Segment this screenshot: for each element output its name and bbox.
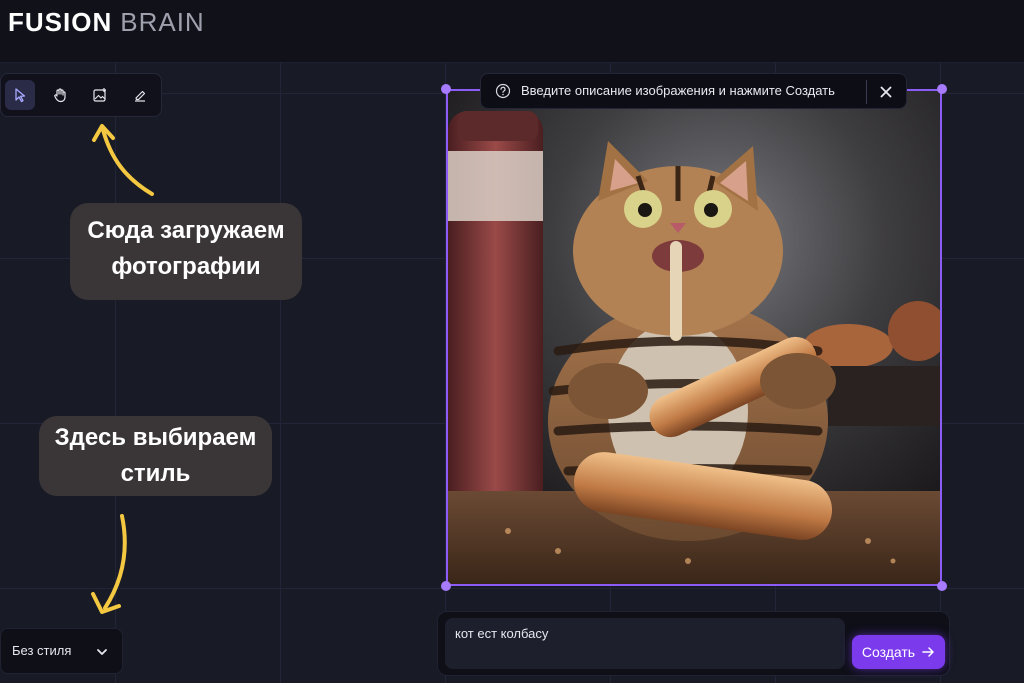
logo-light: BRAIN (120, 7, 205, 37)
arrow-right-icon (922, 647, 934, 657)
help-question-icon (495, 83, 511, 99)
resize-handle-top-right[interactable] (937, 84, 947, 94)
style-dropdown-value: Без стиля (12, 643, 72, 658)
chevron-down-icon (97, 649, 107, 655)
logo-bold: FUSION (8, 7, 113, 37)
resize-handle-top-left[interactable] (441, 84, 451, 94)
create-button[interactable]: Создать (852, 635, 945, 669)
logo[interactable]: FUSION BRAIN (8, 6, 205, 38)
style-dropdown[interactable]: Без стиля (0, 628, 123, 674)
resize-handle-bottom-right[interactable] (937, 581, 947, 591)
select-tool-button[interactable] (5, 80, 35, 110)
image-upload-icon (93, 88, 106, 102)
arrow-to-style-select (91, 514, 127, 614)
create-button-label: Создать (861, 644, 916, 660)
arrow-to-toolbar (92, 124, 154, 196)
prompt-input[interactable]: кот ест колбасу (445, 618, 845, 669)
annotation-upload: Сюда загружаем фотографии (70, 203, 302, 300)
select-arrow-icon (15, 88, 26, 103)
generated-image-frame[interactable] (446, 89, 942, 586)
hint-tooltip: Введите описание изображения и нажмите С… (480, 73, 907, 109)
eraser-icon (135, 90, 146, 102)
generated-image-cat-eating-sausage[interactable] (448, 91, 940, 584)
app-header: FUSION BRAIN (0, 0, 1024, 63)
hand-icon (54, 88, 66, 103)
close-icon[interactable] (878, 84, 894, 100)
hint-text: Введите описание изображения и нажмите С… (521, 83, 835, 98)
annotation-style: Здесь выбираем стиль (39, 416, 272, 496)
tooltip-divider (866, 80, 867, 104)
tool-panel (0, 73, 162, 117)
eraser-tool-button[interactable] (125, 80, 155, 110)
upload-image-button[interactable] (85, 80, 115, 110)
resize-handle-bottom-left[interactable] (441, 581, 451, 591)
hand-tool-button[interactable] (45, 80, 75, 110)
